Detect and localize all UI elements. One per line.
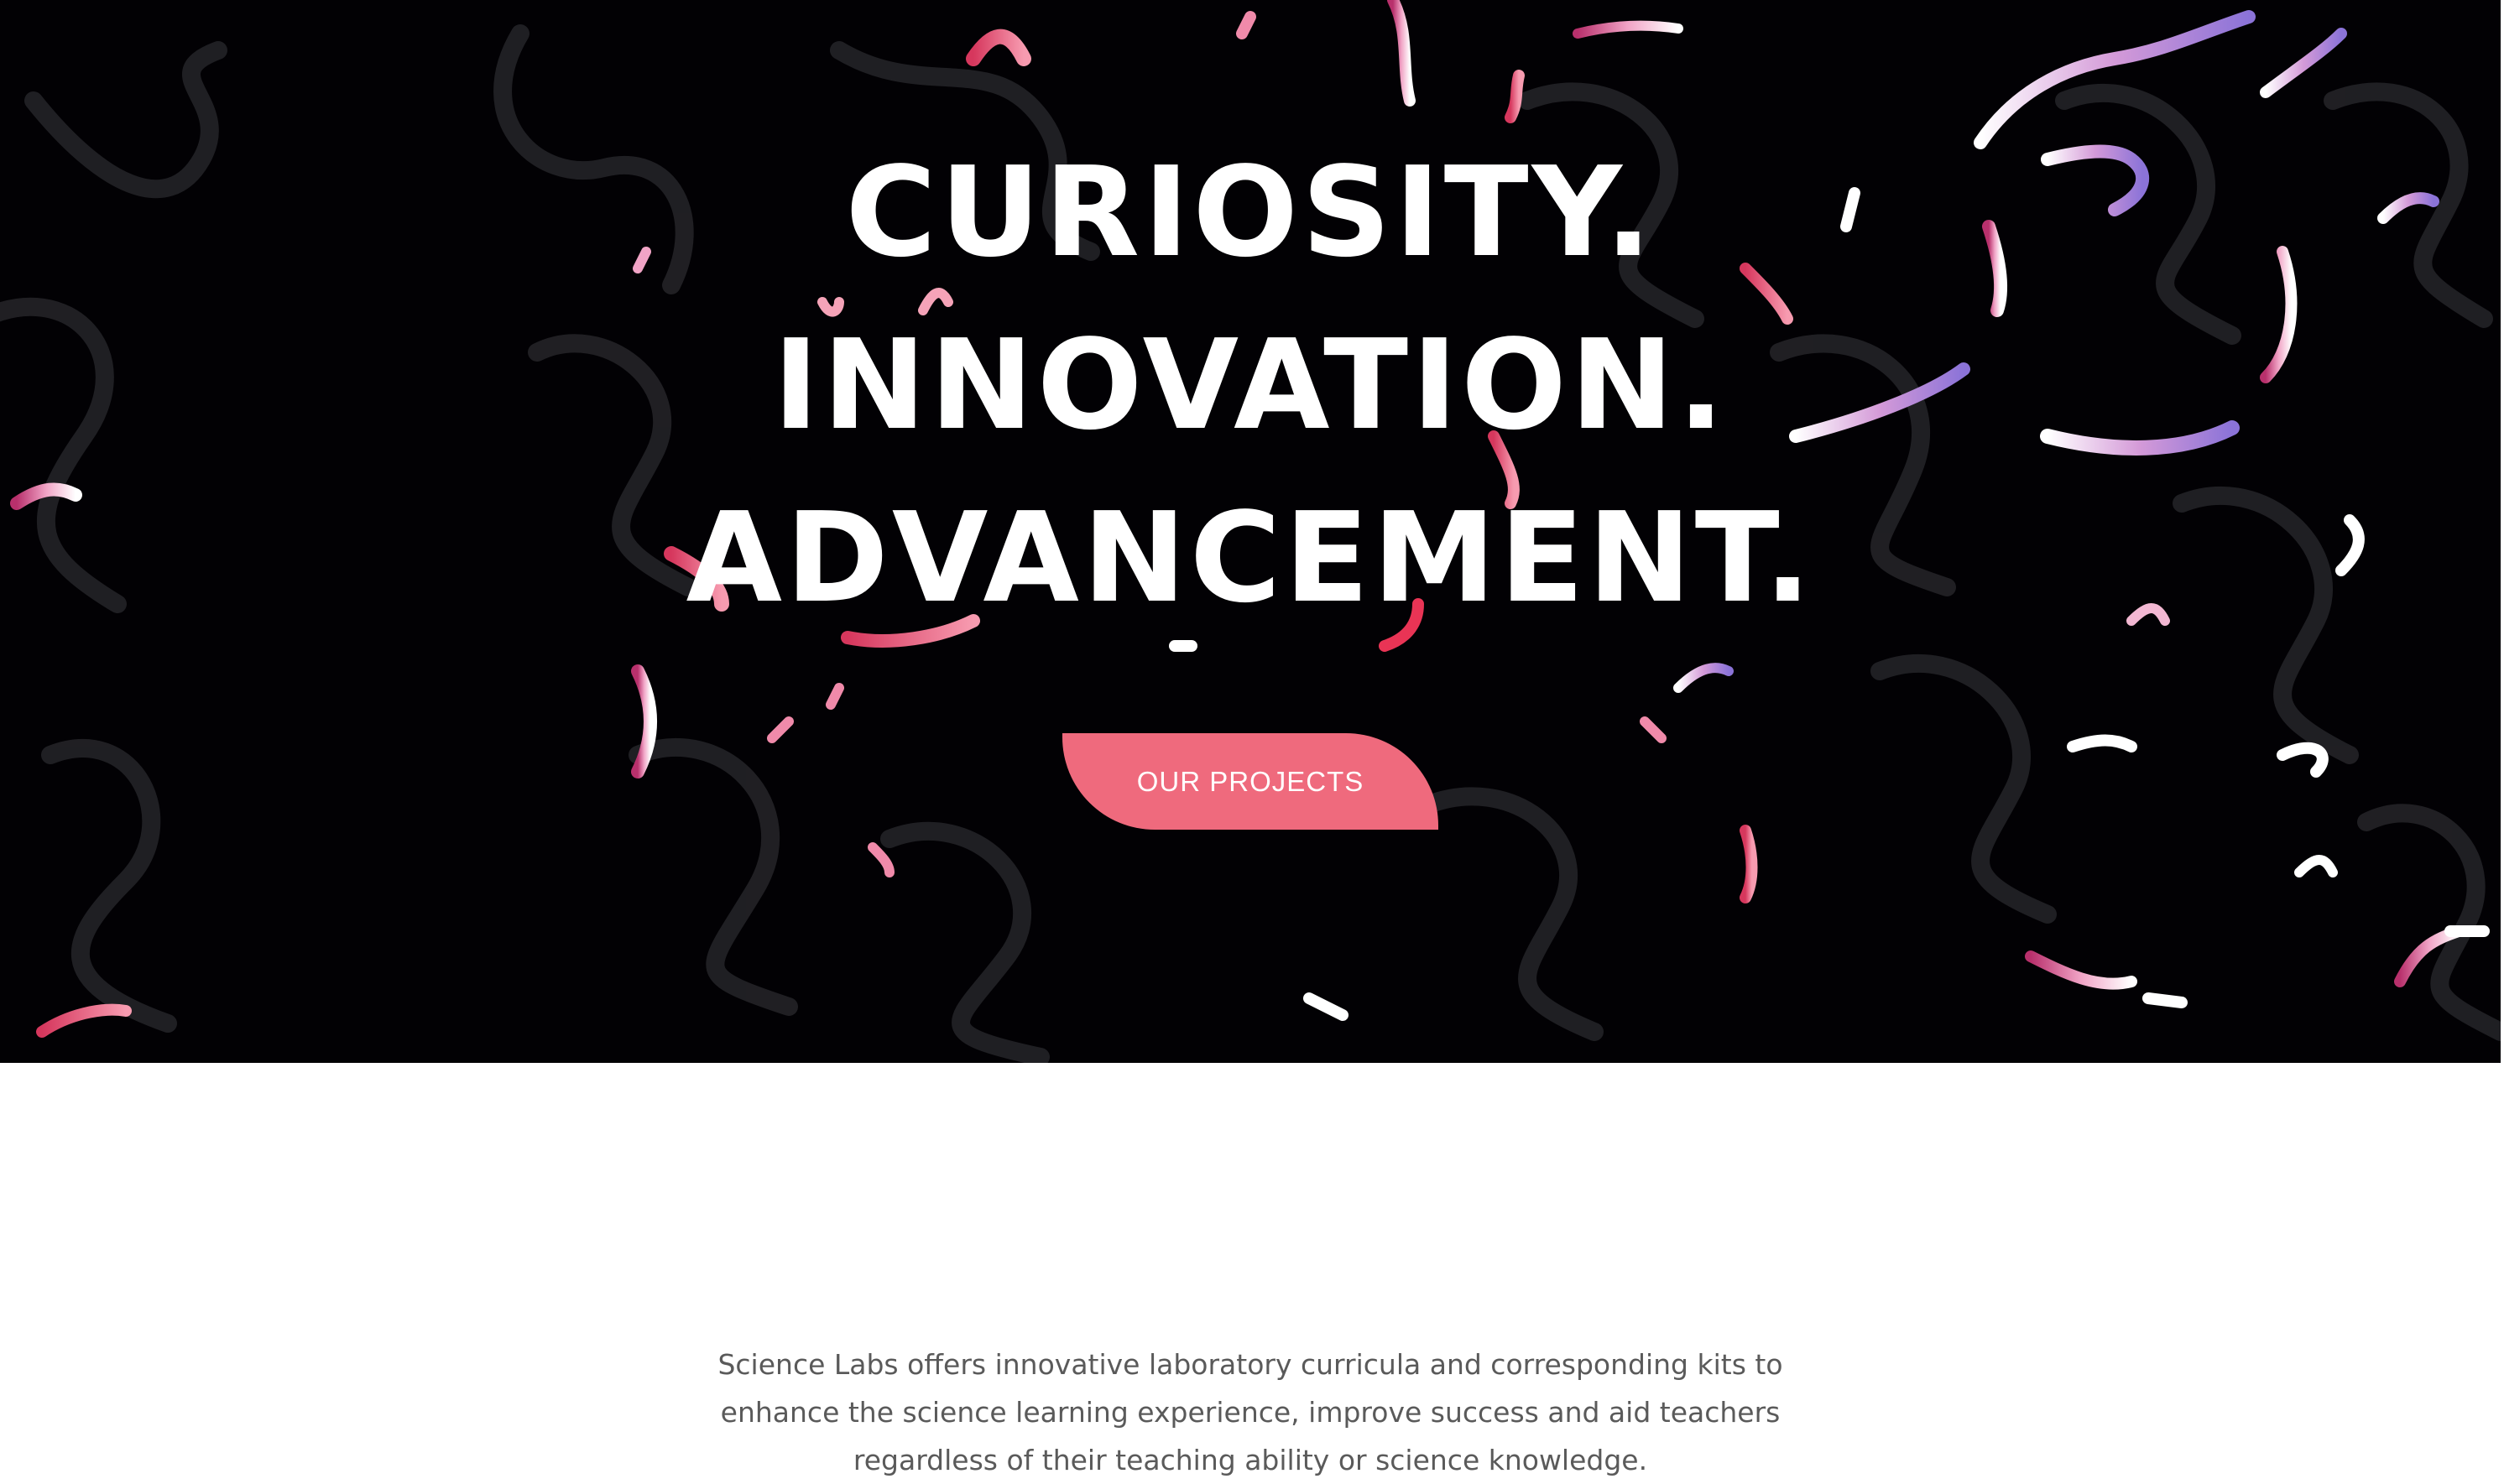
our-projects-button[interactable]: OUR PROJECTS	[1062, 733, 1438, 830]
headline-line-2: INNOVATION.	[772, 313, 1729, 457]
hero-headline: CURIOSITY. INNOVATION. ADVANCEMENT.	[0, 126, 2501, 644]
headline-line-3: ADVANCEMENT.	[686, 486, 1815, 630]
hero-section: CURIOSITY. INNOVATION. ADVANCEMENT. OUR …	[0, 0, 2501, 1063]
intro-paragraph: Science Labs offers innovative laborator…	[717, 1348, 1783, 1476]
headline-line-1: CURIOSITY.	[845, 140, 1656, 284]
